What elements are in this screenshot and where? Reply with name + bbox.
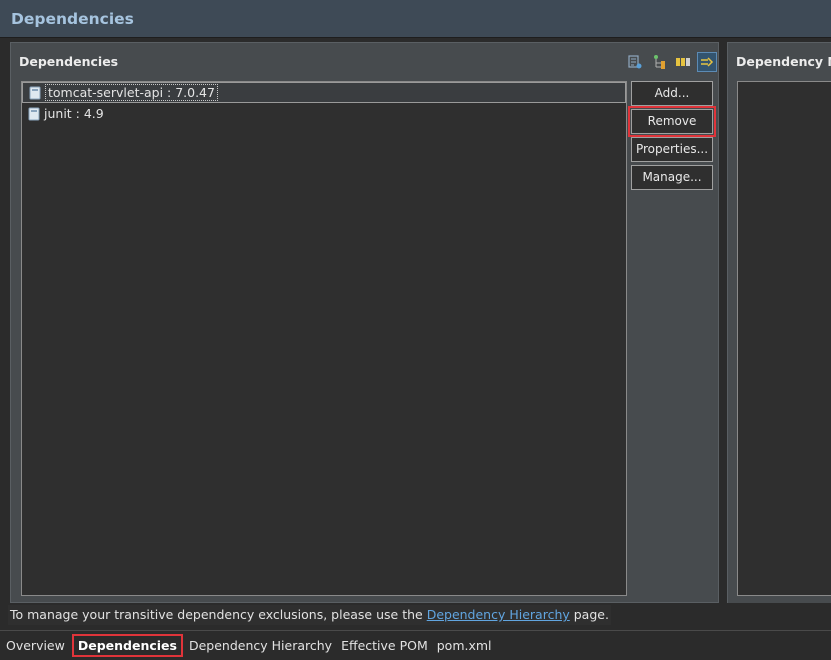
jar-icon	[28, 107, 40, 120]
dependency-hierarchy-link[interactable]: Dependency Hierarchy	[427, 607, 570, 622]
dependencies-list[interactable]: tomcat-servlet-api : 7.0.47 junit : 4.9	[21, 81, 627, 596]
list-item-label: tomcat-servlet-api : 7.0.47	[45, 84, 218, 101]
add-button[interactable]: Add...	[631, 81, 713, 106]
filter-icon[interactable]	[625, 52, 645, 72]
manage-button[interactable]: Manage...	[631, 165, 713, 190]
tree-icon[interactable]	[649, 52, 669, 72]
managed-dependencies-list[interactable]	[737, 81, 831, 596]
page-header: Dependencies	[0, 0, 831, 38]
dependencies-section-title: Dependencies	[19, 54, 119, 69]
dependencies-toolbar	[625, 52, 717, 72]
columns-icon[interactable]	[673, 52, 693, 72]
editor-tab-bar: Overview Dependencies Dependency Hierarc…	[0, 630, 831, 660]
dependencies-section: Dependencies tomcat-servlet-api: 7.0.47…	[10, 42, 719, 603]
remove-button[interactable]: Remove	[628, 106, 716, 137]
tab-pom-xml[interactable]: pom.xml	[437, 638, 492, 653]
dependency-management-section: Dependency Ma	[727, 42, 831, 603]
page-title: Dependencies	[11, 10, 134, 28]
jar-icon	[29, 86, 41, 99]
list-item[interactable]: tomcat-servlet-api : 7.0.47	[22, 82, 626, 103]
tab-dependency-hierarchy[interactable]: Dependency Hierarchy	[189, 638, 332, 653]
dependencies-button-column: Add... Remove Properties... Manage...	[628, 81, 716, 193]
info-bar: To manage your transitive dependency exc…	[8, 605, 611, 625]
info-text-prefix: To manage your transitive dependency exc…	[10, 607, 427, 622]
tab-dependencies[interactable]: Dependencies	[71, 634, 183, 657]
list-item[interactable]: junit : 4.9	[22, 103, 626, 124]
dependency-management-title: Dependency Ma	[736, 54, 831, 69]
link-icon[interactable]	[697, 52, 717, 72]
properties-button[interactable]: Properties...	[631, 137, 713, 162]
tab-effective-pom[interactable]: Effective POM	[341, 638, 428, 653]
tab-overview[interactable]: Overview	[6, 638, 65, 653]
info-text-suffix: page.	[569, 607, 609, 622]
list-item-label: junit : 4.9	[44, 106, 104, 121]
